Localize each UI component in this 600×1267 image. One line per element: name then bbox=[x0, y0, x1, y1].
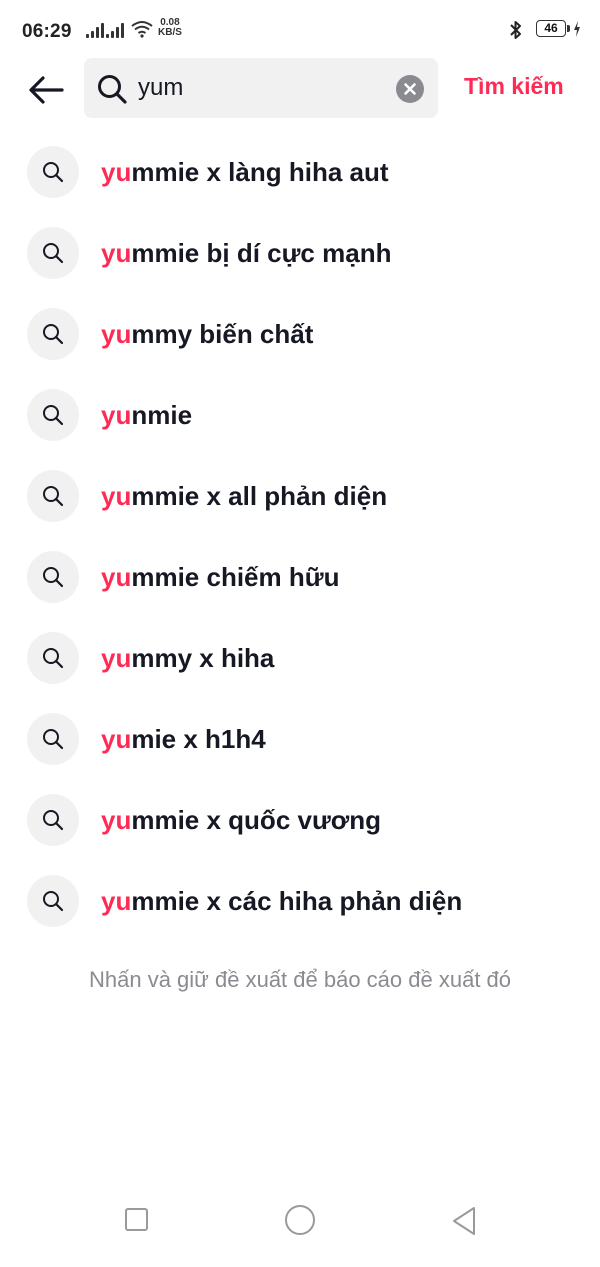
suggestion-icon-circle bbox=[27, 632, 79, 684]
suggestion-icon-circle bbox=[27, 227, 79, 279]
suggestion-item[interactable]: yummie x làng hiha aut bbox=[0, 132, 600, 213]
suggestion-rest: mmie bị dí cực mạnh bbox=[131, 238, 392, 268]
suggestion-rest: mmie x làng hiha aut bbox=[131, 157, 389, 187]
suggestion-rest: nmie bbox=[131, 400, 193, 430]
suggestion-item[interactable]: yummie bị dí cực mạnh bbox=[0, 213, 600, 294]
search-icon bbox=[43, 324, 64, 345]
suggestion-highlight: yu bbox=[101, 886, 132, 916]
back-arrow-icon[interactable] bbox=[26, 70, 66, 110]
battery-level: 46 bbox=[544, 21, 558, 35]
suggestion-text: yummie chiếm hữu bbox=[101, 562, 339, 593]
recent-apps-icon[interactable] bbox=[125, 1208, 148, 1231]
battery-icon: 46 bbox=[536, 20, 566, 37]
clear-icon bbox=[404, 83, 416, 95]
suggestion-icon-circle bbox=[27, 389, 79, 441]
search-icon bbox=[43, 648, 64, 669]
suggestion-rest: mie x h1h4 bbox=[131, 724, 266, 754]
suggestion-text: yumie x h1h4 bbox=[101, 724, 266, 755]
suggestion-text: yunmie bbox=[101, 400, 192, 431]
suggestion-highlight: yu bbox=[101, 238, 132, 268]
search-box[interactable] bbox=[84, 58, 438, 118]
suggestion-highlight: yu bbox=[101, 157, 132, 187]
back-icon[interactable] bbox=[450, 1205, 478, 1237]
suggestion-icon-circle bbox=[27, 794, 79, 846]
suggestion-item[interactable]: yummie chiếm hữu bbox=[0, 537, 600, 618]
search-button[interactable]: Tìm kiếm bbox=[464, 73, 564, 100]
suggestion-item[interactable]: yummy biến chất bbox=[0, 294, 600, 375]
network-speed-unit: KB/S bbox=[158, 27, 182, 38]
suggestion-item[interactable]: yummie x all phản diện bbox=[0, 456, 600, 537]
clear-search-button[interactable] bbox=[396, 75, 424, 103]
suggestion-rest: mmie chiếm hữu bbox=[131, 562, 340, 592]
suggestion-icon-circle bbox=[27, 875, 79, 927]
suggestion-text: yummie x quốc vương bbox=[101, 805, 381, 836]
suggestion-highlight: yu bbox=[101, 481, 132, 511]
battery-cap bbox=[567, 25, 570, 32]
search-icon bbox=[43, 243, 64, 264]
status-time: 06:29 bbox=[22, 21, 72, 42]
suggestion-rest: mmie x all phản diện bbox=[131, 481, 388, 511]
suggestion-list: yummie x làng hiha aut yummie bị dí cực … bbox=[0, 132, 600, 942]
signal-icon bbox=[86, 22, 104, 38]
suggestion-text: yummie x all phản diện bbox=[101, 481, 387, 512]
suggestion-highlight: yu bbox=[101, 643, 132, 673]
suggestion-text: yummie x làng hiha aut bbox=[101, 157, 389, 188]
search-icon bbox=[43, 486, 64, 507]
suggestion-icon-circle bbox=[27, 470, 79, 522]
suggestion-highlight: yu bbox=[101, 724, 132, 754]
wifi-icon bbox=[131, 21, 153, 38]
charging-icon bbox=[574, 21, 580, 37]
search-input[interactable] bbox=[138, 74, 378, 102]
suggestion-highlight: yu bbox=[101, 319, 132, 349]
suggestion-highlight: yu bbox=[101, 562, 132, 592]
network-speed: 0.08 KB/S bbox=[158, 18, 182, 38]
suggestion-icon-circle bbox=[27, 713, 79, 765]
search-icon bbox=[43, 891, 64, 912]
report-hint-text: Nhấn và giữ đề xuất để báo cáo đề xuất đ… bbox=[88, 967, 512, 992]
home-icon[interactable] bbox=[285, 1205, 315, 1235]
suggestion-icon-circle bbox=[27, 308, 79, 360]
suggestion-rest: mmy biến chất bbox=[131, 319, 314, 349]
search-icon bbox=[43, 162, 64, 183]
suggestion-item[interactable]: yummie x quốc vương bbox=[0, 780, 600, 861]
suggestion-text: yummie x các hiha phản diện bbox=[101, 886, 462, 917]
suggestion-highlight: yu bbox=[101, 805, 132, 835]
status-bar: 06:29 0.08 KB/S 46 bbox=[0, 0, 600, 62]
suggestion-highlight: yu bbox=[101, 400, 132, 430]
suggestion-item[interactable]: yunmie bbox=[0, 375, 600, 456]
bluetooth-icon bbox=[510, 21, 521, 39]
suggestion-icon-circle bbox=[27, 551, 79, 603]
suggestion-text: yummy biến chất bbox=[101, 319, 313, 350]
suggestion-text: yummie bị dí cực mạnh bbox=[101, 238, 391, 269]
signal-icon-2 bbox=[106, 22, 124, 38]
search-icon bbox=[98, 75, 127, 104]
suggestion-item[interactable]: yummie x các hiha phản diện bbox=[0, 861, 600, 942]
suggestion-item[interactable]: yummy x hiha bbox=[0, 618, 600, 699]
search-icon bbox=[43, 810, 64, 831]
suggestion-item[interactable]: yumie x h1h4 bbox=[0, 699, 600, 780]
suggestion-rest: mmie x quốc vương bbox=[131, 805, 382, 835]
system-nav-bar bbox=[0, 1180, 600, 1267]
suggestion-text: yummy x hiha bbox=[101, 643, 274, 674]
suggestion-rest: mmy x hiha bbox=[131, 643, 275, 673]
suggestion-rest: mmie x các hiha phản diện bbox=[131, 886, 463, 916]
search-icon bbox=[43, 567, 64, 588]
search-icon bbox=[43, 729, 64, 750]
search-icon bbox=[43, 405, 64, 426]
suggestion-icon-circle bbox=[27, 146, 79, 198]
